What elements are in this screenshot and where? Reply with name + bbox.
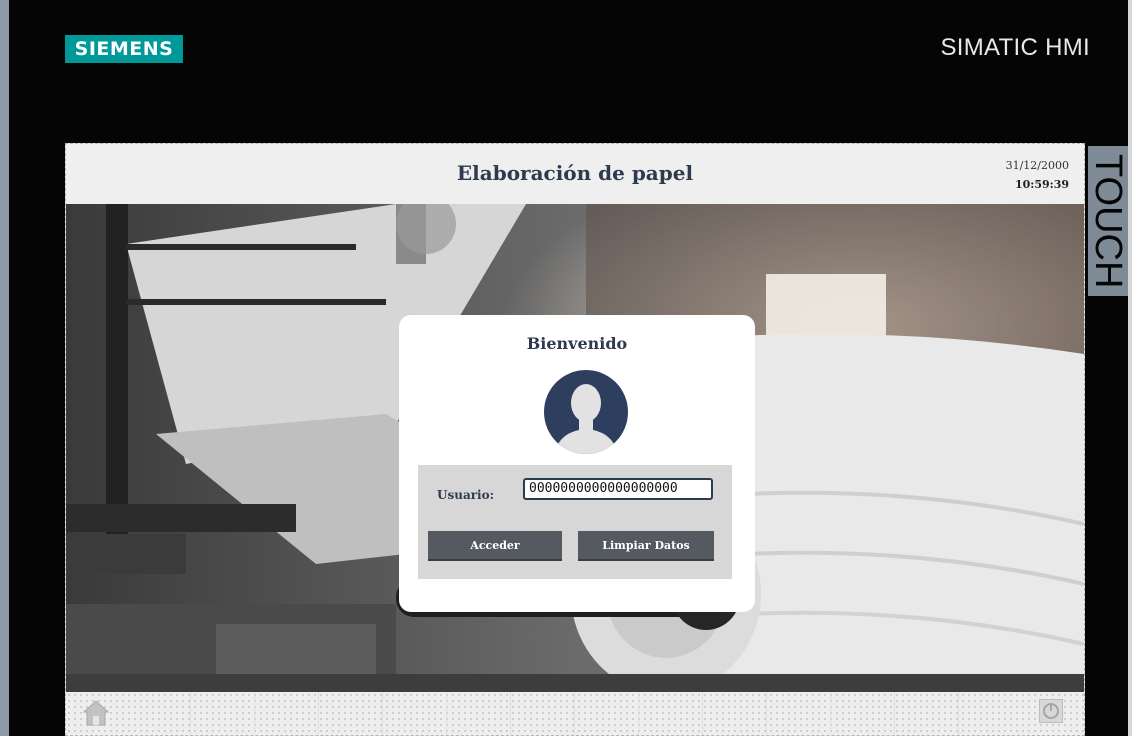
hmi-screen: Elaboración de papel 31/12/2000 10:59:39 <box>65 143 1085 736</box>
home-icon[interactable] <box>83 699 109 727</box>
bottom-navigation-bar <box>66 692 1084 735</box>
welcome-heading: Bienvenido <box>526 334 628 353</box>
bottom-divider <box>446 692 447 735</box>
siemens-logo: SIEMENS <box>65 35 183 63</box>
power-icon[interactable] <box>1039 699 1063 723</box>
time-display: 10:59:39 <box>1014 178 1069 191</box>
bottom-divider <box>190 692 191 735</box>
power-symbol-icon <box>1043 703 1059 719</box>
device-left-edge <box>0 0 9 736</box>
bottom-divider <box>830 692 831 735</box>
touch-label: TOUCH <box>1088 146 1128 296</box>
bottom-divider <box>766 692 767 735</box>
bottom-divider <box>638 692 639 735</box>
acceder-button[interactable]: Acceder <box>428 531 562 561</box>
screen-title: Elaboración de papel <box>456 161 694 185</box>
user-input-field[interactable]: 0000000000000000000 <box>523 478 713 500</box>
login-panel: Bienvenido Usuario: 0000000000000000000 <box>399 315 755 612</box>
title-bar: Elaboración de papel 31/12/2000 10:59:39 <box>66 144 1084 204</box>
bottom-divider <box>318 692 319 735</box>
bottom-divider <box>382 692 383 735</box>
user-label: Usuario: <box>437 488 495 502</box>
bottom-divider <box>254 692 255 735</box>
hmi-device-frame: SIEMENS SIMATIC HMI TOUCH Elaboración de… <box>0 0 1132 736</box>
login-form: Usuario: 0000000000000000000 Acceder Lim… <box>418 465 732 579</box>
bottom-divider <box>510 692 511 735</box>
user-avatar-icon <box>544 370 628 454</box>
simatic-hmi-title: SIMATIC HMI <box>940 34 1090 61</box>
bottom-divider <box>894 692 895 735</box>
paper-mill-background-image: Bienvenido Usuario: 0000000000000000000 <box>66 204 1084 692</box>
device-right-edge <box>1128 0 1132 736</box>
bottom-divider <box>958 692 959 735</box>
limpiar-datos-button[interactable]: Limpiar Datos <box>578 531 714 561</box>
date-display: 31/12/2000 <box>1005 159 1069 172</box>
bottom-divider <box>574 692 575 735</box>
bottom-divider <box>702 692 703 735</box>
